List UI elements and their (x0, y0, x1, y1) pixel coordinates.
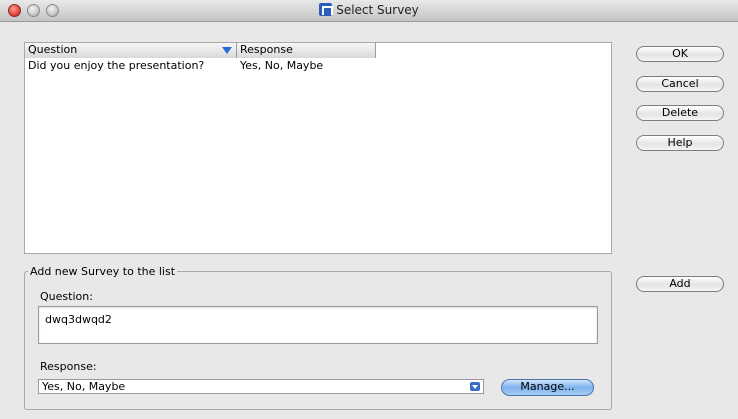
manage-button[interactable]: Manage... (501, 379, 594, 396)
title-bar: Select Survey (0, 0, 738, 22)
help-button[interactable]: Help (636, 135, 724, 151)
window-title: Select Survey (336, 3, 419, 17)
sort-descending-icon (222, 47, 232, 54)
app-icon (319, 3, 334, 16)
survey-table[interactable]: Question Response Did you enjoy the pres… (24, 42, 612, 254)
column-header-question[interactable]: Question (25, 43, 237, 58)
row-response-cell: Yes, No, Maybe (240, 59, 324, 72)
question-input[interactable]: dwq3dwqd2 (38, 306, 598, 344)
delete-button[interactable]: Delete (636, 105, 724, 121)
response-select[interactable]: Yes, No, Maybe (38, 379, 484, 394)
dropdown-arrow-icon[interactable] (470, 382, 480, 391)
window-title-area: Select Survey (0, 3, 738, 17)
column-header-response-label: Response (240, 43, 293, 56)
table-header: Question Response (25, 43, 376, 58)
row-question-cell: Did you enjoy the presentation? (28, 59, 205, 72)
select-survey-window: Select Survey Question Response Did you … (0, 0, 738, 419)
column-header-response[interactable]: Response (237, 43, 376, 58)
response-label: Response: (40, 360, 97, 373)
response-select-value: Yes, No, Maybe (42, 380, 126, 393)
table-row[interactable]: Did you enjoy the presentation? Yes, No,… (25, 59, 425, 73)
ok-button[interactable]: OK (636, 46, 724, 62)
add-survey-legend: Add new Survey to the list (28, 265, 178, 278)
column-header-question-label: Question (28, 43, 78, 56)
question-label: Question: (40, 290, 93, 303)
add-button[interactable]: Add (636, 276, 724, 292)
cancel-button[interactable]: Cancel (636, 76, 724, 92)
